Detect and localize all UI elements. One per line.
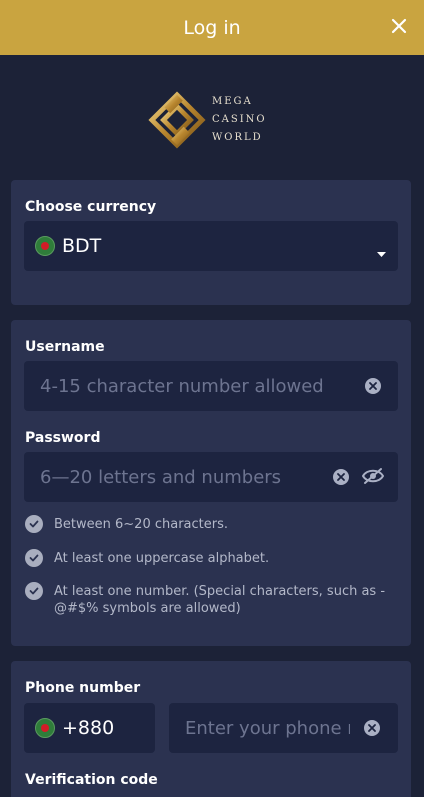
rule-text: Between 6~20 characters. bbox=[54, 517, 229, 532]
country-code-value: +880 bbox=[62, 717, 115, 739]
currency-label: Choose currency bbox=[25, 199, 157, 215]
verification-label: Verification code bbox=[25, 772, 158, 788]
close-icon[interactable] bbox=[386, 13, 412, 39]
logo-text-line-3: WORLD bbox=[212, 132, 263, 143]
username-field[interactable]: 4-15 character number allowed bbox=[24, 361, 398, 411]
rule-text: At least one uppercase alphabet. bbox=[54, 551, 270, 566]
phone-clear-icon[interactable] bbox=[364, 720, 380, 736]
logo-emblem-icon bbox=[148, 91, 206, 149]
currency-card: Choose currency BDT bbox=[11, 180, 411, 305]
username-placeholder: 4-15 character number allowed bbox=[40, 375, 324, 397]
country-code-select[interactable]: +880 bbox=[24, 703, 155, 753]
phone-label: Phone number bbox=[25, 680, 141, 696]
login-header: Log in bbox=[0, 0, 424, 55]
phone-card: Phone number +880 Enter your phone numbe… bbox=[11, 661, 411, 797]
check-circle-icon bbox=[25, 515, 43, 533]
logo-text-line-1: MEGA bbox=[212, 96, 253, 107]
mega-casino-world-logo: MEGA CASINO WORLD bbox=[148, 90, 278, 150]
eye-off-icon[interactable] bbox=[361, 467, 385, 489]
logo-text-line-2: CASINO bbox=[212, 114, 267, 125]
password-rule-number: At least one number. (Special characters… bbox=[25, 582, 401, 617]
phone-input[interactable]: Enter your phone number bbox=[169, 703, 398, 753]
header-title: Log in bbox=[183, 16, 241, 39]
bangladesh-flag-icon bbox=[35, 718, 55, 738]
phone-placeholder: Enter your phone number bbox=[185, 717, 350, 739]
password-rule-uppercase: At least one uppercase alphabet. bbox=[25, 549, 401, 567]
password-label: Password bbox=[25, 430, 101, 446]
username-clear-icon[interactable] bbox=[365, 378, 381, 394]
check-circle-icon bbox=[25, 582, 43, 600]
currency-select[interactable]: BDT bbox=[24, 221, 398, 271]
rule-text: At least one number. (Special characters… bbox=[54, 584, 386, 616]
caret-down-icon bbox=[377, 243, 386, 262]
password-field[interactable]: 6—20 letters and numbers bbox=[24, 452, 398, 502]
username-label: Username bbox=[25, 339, 105, 355]
credentials-card: Username 4-15 character number allowed P… bbox=[11, 320, 411, 646]
password-rule-length: Between 6~20 characters. bbox=[25, 515, 401, 533]
bangladesh-flag-icon bbox=[35, 236, 55, 256]
currency-value: BDT bbox=[62, 235, 102, 257]
password-clear-icon[interactable] bbox=[333, 469, 349, 485]
password-placeholder: 6—20 letters and numbers bbox=[40, 466, 282, 488]
check-circle-icon bbox=[25, 549, 43, 567]
